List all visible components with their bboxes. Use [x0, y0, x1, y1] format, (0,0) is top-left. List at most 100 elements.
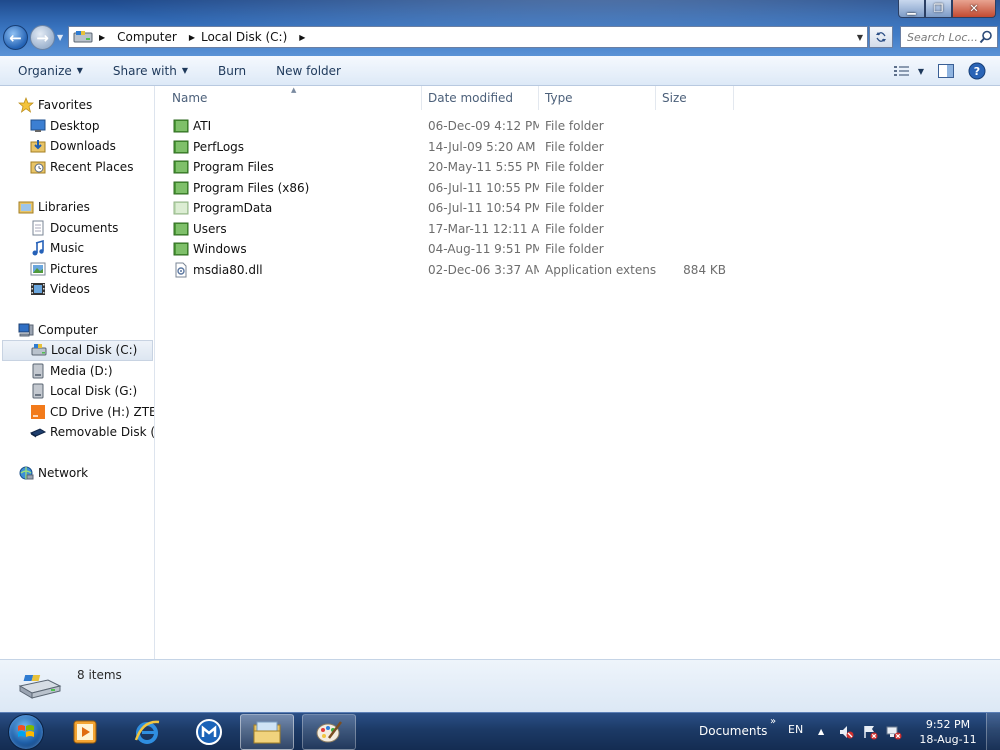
file-type: File folder — [545, 119, 604, 134]
nav-media-d[interactable]: Media (D:) — [0, 361, 154, 382]
folder-icon — [253, 721, 281, 744]
recent-pages-dropdown[interactable]: ▼ — [57, 33, 63, 42]
nav-network[interactable]: Network — [0, 463, 154, 484]
help-icon: ? — [968, 62, 986, 80]
action-center-icon[interactable] — [862, 724, 878, 740]
nav-removable-disk-j[interactable]: Removable Disk (J:) — [0, 422, 154, 443]
videos-icon — [30, 281, 46, 297]
system-drive-icon — [31, 342, 47, 358]
file-name: Program Files (x86) — [193, 180, 310, 195]
share-with-button[interactable]: Share with ▼ — [113, 64, 188, 78]
desktop-icon — [30, 118, 46, 134]
show-desktop-button[interactable] — [986, 713, 1000, 750]
nav-local-disk-g[interactable]: Local Disk (G:) — [0, 381, 154, 402]
nav-cd-drive-h[interactable]: CD Drive (H:) ZTEMODEM — [0, 402, 154, 423]
window-controls: ▁ ❐ ✕ — [898, 0, 996, 18]
toolbar-chevron[interactable]: » — [770, 716, 776, 727]
show-hidden-icons-button[interactable]: ▲ — [818, 727, 824, 736]
burn-button[interactable]: Burn — [218, 64, 246, 78]
music-icon — [30, 240, 46, 256]
nav-documents[interactable]: Documents — [0, 218, 154, 239]
maximize-button[interactable]: ❐ — [925, 0, 952, 18]
nav-pictures[interactable]: Pictures — [0, 259, 154, 280]
folder-icon — [173, 139, 189, 155]
breadcrumb-computer[interactable]: Computer — [117, 30, 177, 44]
file-name-cell: Users — [156, 221, 422, 237]
change-view-button[interactable]: ▼ — [893, 65, 924, 77]
back-button[interactable]: ← — [3, 25, 28, 50]
minimize-button[interactable]: ▁ — [898, 0, 925, 18]
removable-disk-icon — [30, 424, 46, 440]
forward-button[interactable]: → — [30, 25, 55, 50]
taskbar-media-player[interactable] — [58, 714, 112, 750]
file-row[interactable]: ProgramData 06-Jul-11 10:54 PM File folder — [156, 198, 756, 219]
column-headers: ▲ Name Date modified Type Size — [156, 86, 736, 110]
search-icon[interactable] — [979, 30, 993, 44]
start-button[interactable] — [2, 713, 50, 750]
nav-favorites[interactable]: Favorites — [0, 95, 154, 116]
preview-pane-button[interactable] — [938, 64, 954, 78]
file-date: 17-Mar-11 12:11 A... — [428, 221, 539, 236]
address-history-dropdown[interactable]: ▼ — [857, 33, 863, 42]
system-clock[interactable]: 9:52 PM 18-Aug-11 — [918, 717, 978, 747]
column-header-type[interactable]: Type — [539, 86, 656, 110]
file-name-cell: Windows — [156, 241, 422, 257]
breadcrumb-end-arrow[interactable]: ▶ — [293, 33, 311, 42]
breadcrumb-root-arrow[interactable]: ▶ — [99, 33, 111, 42]
close-button[interactable]: ✕ — [952, 0, 996, 18]
browser-icon — [196, 719, 222, 745]
nav-recent-places[interactable]: Recent Places — [0, 157, 154, 178]
file-row[interactable]: msdia80.dll 02-Dec-06 3:37 AM Application … — [156, 260, 756, 281]
computer-icon — [18, 322, 34, 338]
help-button[interactable]: ? — [968, 62, 986, 80]
breadcrumb-local-disk[interactable]: Local Disk (C:) — [201, 30, 287, 44]
column-header-name[interactable]: ▲ Name — [156, 86, 422, 110]
column-header-date[interactable]: Date modified — [422, 86, 539, 110]
nav-computer[interactable]: Computer — [0, 320, 154, 341]
internet-explorer-icon — [134, 720, 160, 744]
chevron-down-icon: ▼ — [917, 66, 924, 76]
recent-places-icon — [30, 159, 46, 175]
volume-muted-icon[interactable] — [838, 724, 854, 740]
organize-button[interactable]: Organize ▼ — [18, 64, 83, 78]
cd-drive-icon — [30, 404, 46, 420]
network-disconnected-icon[interactable] — [886, 724, 902, 740]
taskbar-paint[interactable] — [302, 714, 356, 750]
file-row[interactable]: ATI 06-Dec-09 4:12 PM File folder — [156, 116, 756, 137]
file-type: File folder — [545, 201, 604, 216]
refresh-icon — [876, 32, 886, 42]
search-input[interactable] — [907, 30, 977, 44]
documents-toolbar[interactable]: Documents — [699, 724, 767, 738]
nav-music[interactable]: Music — [0, 238, 154, 259]
file-date: 06-Dec-09 4:12 PM — [428, 119, 539, 134]
new-folder-button[interactable]: New folder — [276, 64, 341, 78]
sort-ascending-icon: ▲ — [291, 86, 297, 94]
folder-icon — [173, 180, 189, 196]
refresh-button[interactable] — [869, 26, 893, 48]
file-name-cell: ATI — [156, 118, 422, 134]
taskbar-maxthon[interactable] — [182, 714, 236, 750]
file-row[interactable]: PerfLogs 14-Jul-09 5:20 AM File folder — [156, 137, 756, 158]
column-header-size[interactable]: Size — [656, 86, 734, 110]
folder-icon — [173, 159, 189, 175]
nav-desktop[interactable]: Desktop — [0, 116, 154, 137]
nav-local-disk-c[interactable]: Local Disk (C:) — [2, 340, 153, 361]
file-name: ProgramData — [193, 201, 273, 216]
search-box[interactable] — [900, 26, 998, 48]
breadcrumb-arrow[interactable]: ▶ — [183, 33, 201, 42]
file-row[interactable]: Windows 04-Aug-11 9:51 PM File folder — [156, 239, 756, 260]
language-indicator[interactable]: EN — [788, 723, 803, 736]
file-row[interactable]: Program Files (x86) 06-Jul-11 10:55 PM Fil… — [156, 178, 756, 199]
taskbar-internet-explorer[interactable] — [120, 714, 174, 750]
nav-downloads[interactable]: Downloads — [0, 136, 154, 157]
folder-icon — [173, 241, 189, 257]
address-bar[interactable]: ▶ Computer ▶ Local Disk (C:) ▶ ▼ — [68, 26, 868, 48]
file-type: File folder — [545, 180, 604, 195]
media-player-icon — [73, 720, 97, 744]
taskbar-windows-explorer[interactable] — [240, 714, 294, 750]
file-date: 06-Jul-11 10:54 PM — [428, 201, 539, 216]
nav-videos[interactable]: Videos — [0, 279, 154, 300]
nav-libraries[interactable]: Libraries — [0, 197, 154, 218]
file-row[interactable]: Program Files 20-May-11 5:55 PM File folde… — [156, 157, 756, 178]
file-row[interactable]: Users 17-Mar-11 12:11 A... File folder — [156, 219, 756, 240]
